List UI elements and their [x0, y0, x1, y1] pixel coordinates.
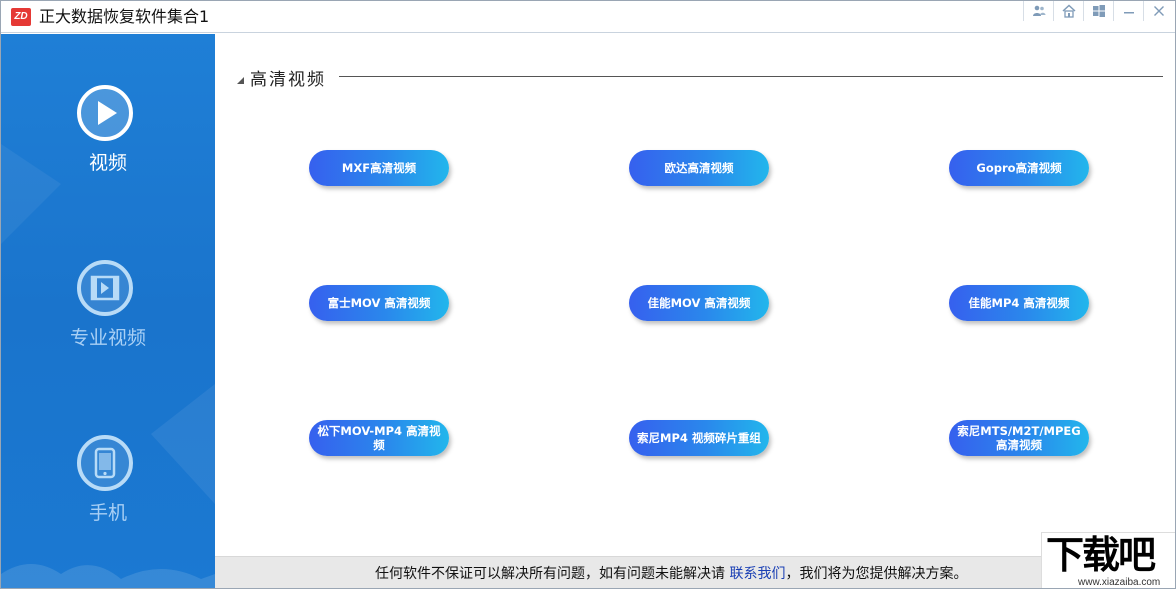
sony-mts-m2t-mpeg-button[interactable]: 索尼MTS/M2T/MPEG 高清视频	[949, 420, 1089, 456]
watermark-logo: 下载吧 www.xiazaiba.com	[1041, 532, 1175, 588]
sidebar-item-pro-video[interactable]: 专业视频	[1, 259, 215, 379]
contact-us-link[interactable]: 联系我们	[729, 566, 785, 582]
sidebar-item-label: 专业视频	[69, 327, 146, 349]
close-icon	[1153, 6, 1164, 16]
minimize-icon	[1123, 12, 1134, 14]
app-logo: ZD	[11, 8, 31, 26]
fuji-mov-button[interactable]: 富士MOV 高清视频	[309, 285, 449, 321]
minimize-button[interactable]	[1113, 1, 1143, 21]
sidebar: 视频 专业视频 手机	[1, 34, 215, 588]
section-divider	[339, 76, 1163, 77]
users-icon	[1032, 5, 1045, 16]
window-controls	[1023, 1, 1173, 21]
title-bar: ZD 正大数据恢复软件集合1	[1, 1, 1175, 33]
section-title: 高清视频	[250, 69, 326, 90]
sony-mp4-fragment-button[interactable]: 索尼MP4 视频碎片重组	[629, 420, 769, 456]
home-icon	[1061, 4, 1076, 18]
sidebar-item-video[interactable]: 视频	[1, 84, 215, 204]
footer-text-after: ，我们将为您提供解决方案。	[785, 566, 968, 582]
mxf-video-button[interactable]: MXF高清视频	[309, 150, 449, 186]
panasonic-mov-mp4-button[interactable]: 松下MOV-MP4 高清视频	[309, 420, 449, 456]
footer-notice: 任何软件不保证可以解决所有问题，如有问题未能解决请 联系我们，我们将为您提供解决…	[215, 556, 1175, 588]
close-button[interactable]	[1143, 1, 1173, 21]
phone-icon	[77, 435, 133, 491]
sidebar-item-label: 手机	[88, 502, 127, 524]
sidebar-item-label: 视频	[88, 152, 127, 174]
play-icon	[77, 85, 133, 141]
collapse-triangle-icon[interactable]	[237, 76, 244, 84]
footer-text-before: 任何软件不保证可以解决所有问题，如有问题未能解决请	[375, 566, 730, 582]
canon-mov-button[interactable]: 佳能MOV 高清视频	[629, 285, 769, 321]
gopro-video-button[interactable]: Gopro高清视频	[949, 150, 1089, 186]
windows-button[interactable]	[1083, 1, 1113, 21]
home-button[interactable]	[1053, 1, 1083, 21]
watermark-main-text: 下载吧	[1046, 533, 1156, 577]
film-icon	[77, 260, 133, 316]
users-button[interactable]	[1023, 1, 1053, 21]
ouda-video-button[interactable]: 欧达高清视频	[629, 150, 769, 186]
canon-mp4-button[interactable]: 佳能MP4 高清视频	[949, 285, 1089, 321]
window-title: 正大数据恢复软件集合1	[39, 7, 210, 26]
section-header: 高清视频	[237, 66, 326, 90]
app-window: ZD 正大数据恢复软件集合1 视频 专业视频 手机 高清视频 MXF高清视频 欧…	[0, 0, 1176, 589]
main-panel: 高清视频 MXF高清视频 欧达高清视频 Gopro高清视频 富士MOV 高清视频…	[215, 34, 1175, 556]
sidebar-item-phone[interactable]: 手机	[1, 434, 215, 554]
watermark-url: www.xiazaiba.com	[1078, 577, 1161, 588]
windows-icon	[1092, 5, 1105, 17]
